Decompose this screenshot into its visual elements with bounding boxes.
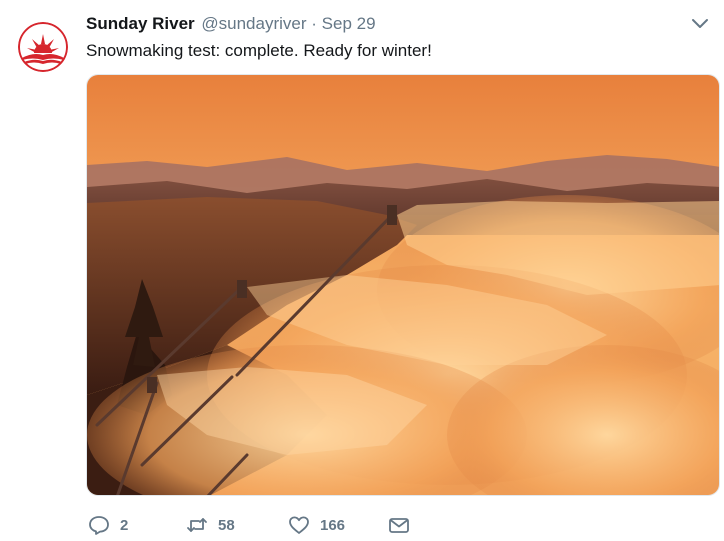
snowmaking-sunset-photo bbox=[87, 75, 719, 495]
heart-icon bbox=[289, 516, 309, 534]
retweet-button[interactable]: 58 bbox=[186, 514, 235, 536]
retweet-icon bbox=[187, 518, 207, 532]
tweet-media-photo[interactable] bbox=[86, 74, 720, 496]
more-options-button[interactable] bbox=[690, 16, 710, 32]
direct-message-button[interactable] bbox=[388, 514, 410, 536]
reply-count: 2 bbox=[120, 516, 129, 534]
envelope-icon bbox=[389, 518, 409, 533]
chevron-down-icon bbox=[692, 19, 708, 28]
author-name[interactable]: Sunday River bbox=[86, 14, 195, 33]
tweet-actions: 2 58 166 bbox=[88, 514, 488, 536]
like-count: 166 bbox=[320, 516, 346, 534]
separator: · bbox=[311, 14, 317, 33]
tweet-text: Snowmaking test: complete. Ready for win… bbox=[86, 41, 432, 60]
tweet-header: Sunday River @sundayriver · Sep 29 bbox=[86, 13, 376, 35]
tweet: Sunday River @sundayriver · Sep 29 Snowm… bbox=[0, 0, 724, 541]
like-button[interactable]: 166 bbox=[288, 514, 345, 536]
reply-icon bbox=[89, 516, 109, 535]
sunday-river-logo-icon bbox=[18, 22, 68, 72]
author-handle[interactable]: @sundayriver bbox=[201, 14, 306, 33]
reply-button[interactable]: 2 bbox=[88, 514, 128, 536]
retweet-count: 58 bbox=[218, 516, 235, 534]
tweet-date[interactable]: Sep 29 bbox=[322, 14, 376, 33]
avatar[interactable] bbox=[18, 22, 68, 72]
